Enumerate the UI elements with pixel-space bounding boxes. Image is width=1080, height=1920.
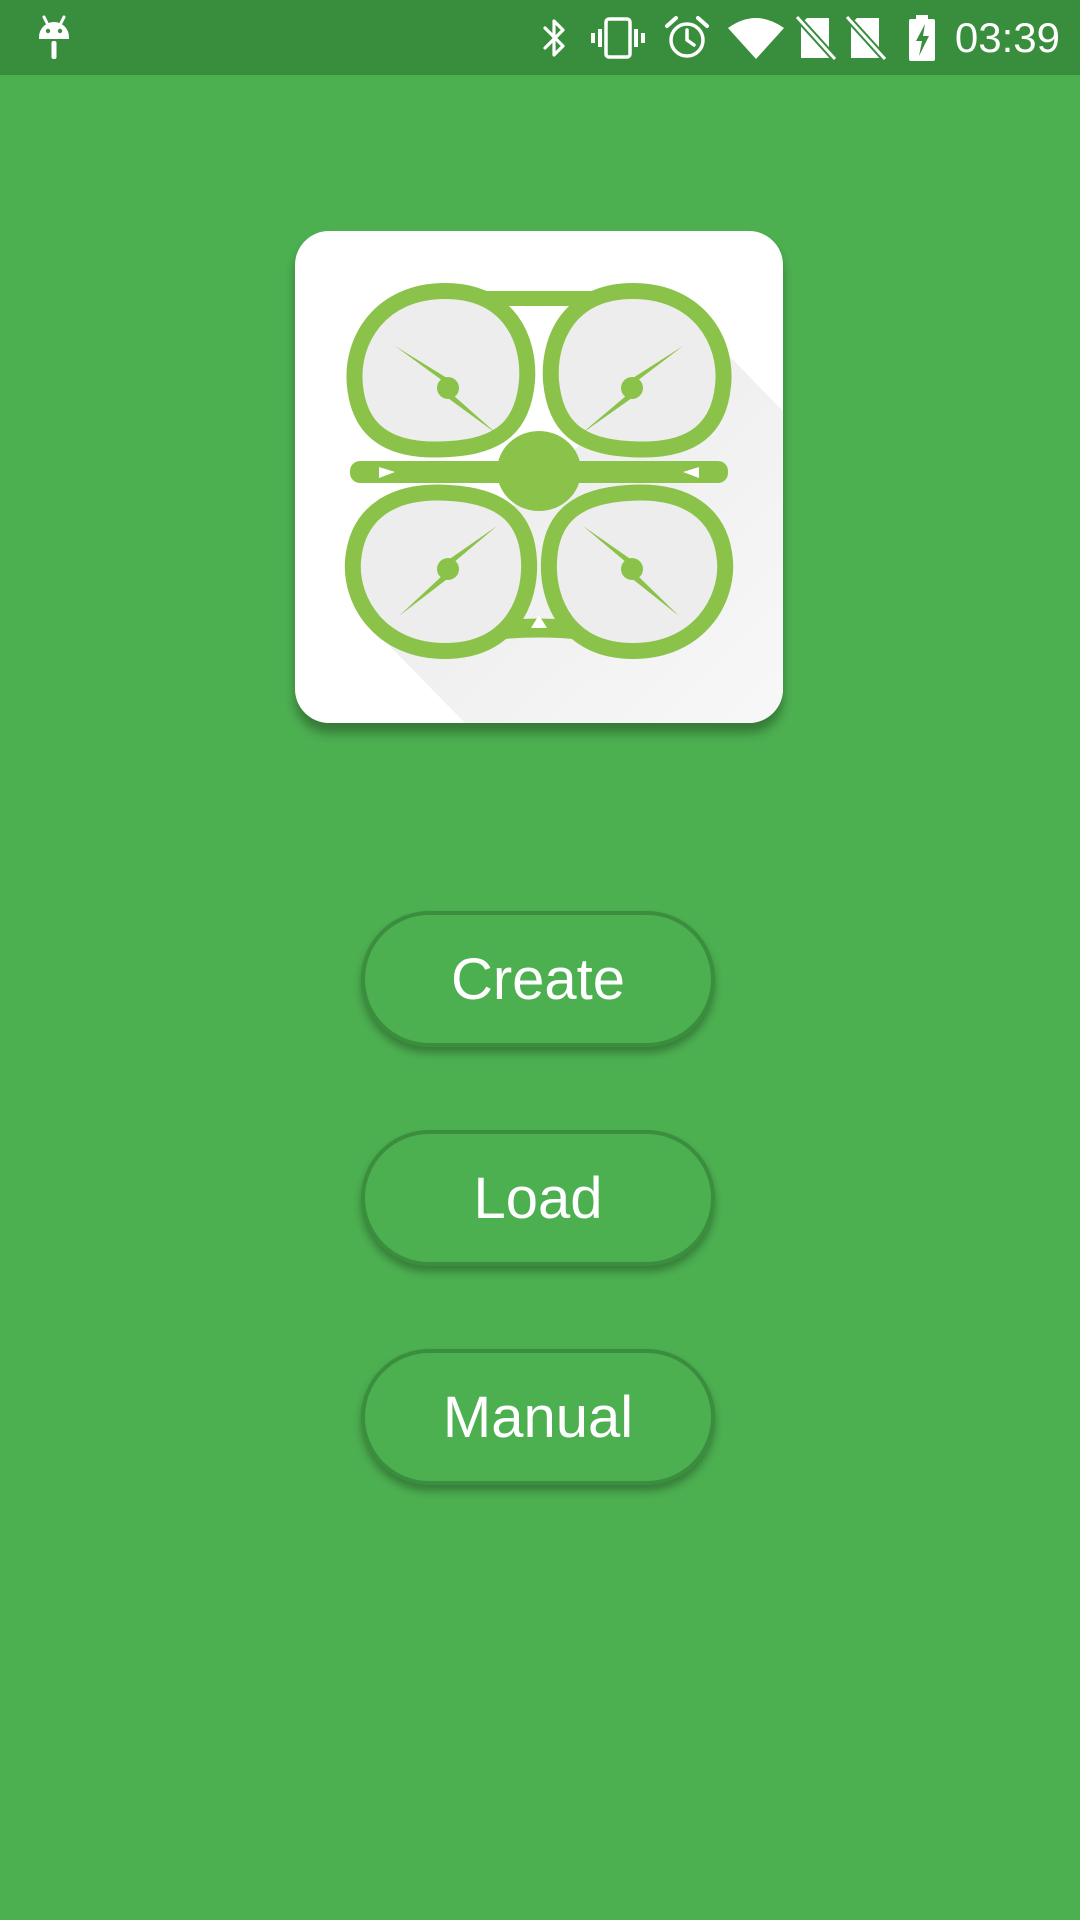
android-notification-icon bbox=[34, 0, 74, 75]
drone-icon bbox=[344, 282, 783, 723]
alarm-icon bbox=[662, 0, 712, 75]
vibrate-icon bbox=[590, 0, 646, 75]
load-button[interactable]: Load bbox=[361, 1130, 715, 1266]
wifi-icon bbox=[726, 0, 786, 75]
no-sim-icon bbox=[794, 0, 838, 75]
bluetooth-icon bbox=[537, 0, 573, 75]
no-sim-icon bbox=[844, 0, 888, 75]
app-logo bbox=[295, 231, 783, 723]
manual-button[interactable]: Manual bbox=[361, 1349, 715, 1485]
create-button[interactable]: Create bbox=[361, 911, 715, 1047]
status-bar: 03:39 bbox=[0, 0, 1080, 75]
battery-charging-icon bbox=[905, 0, 939, 75]
status-bar-clock: 03:39 bbox=[954, 14, 1060, 61]
